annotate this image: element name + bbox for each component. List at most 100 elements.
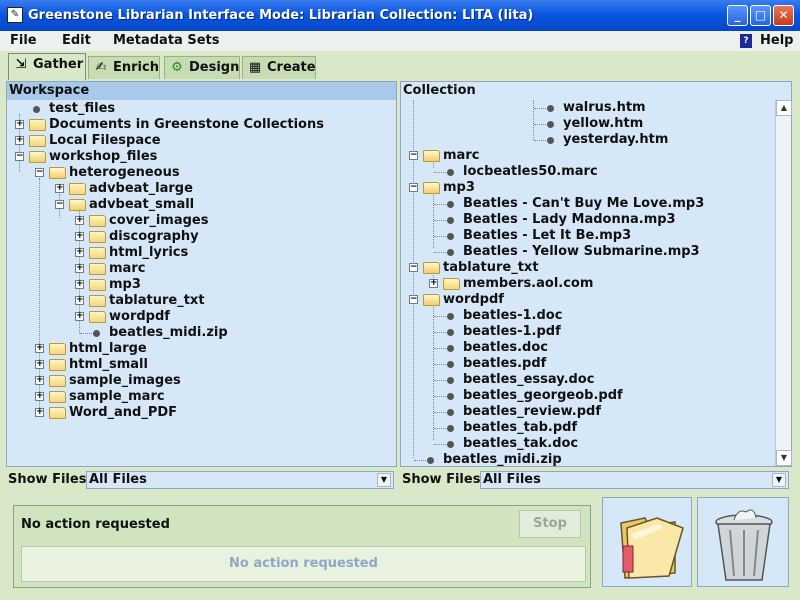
folder-icon <box>69 183 86 195</box>
collection-panel: Collection walrus.htm yellow.htm yesterd… <box>400 81 792 467</box>
new-folder-button[interactable] <box>602 497 692 587</box>
tree-item[interactable]: + wordpdf <box>7 309 387 325</box>
tab-bar: ⇲ Gather ✍ Enrich ⚙ Design ▦ Create <box>0 53 800 81</box>
app-icon[interactable]: ✎ <box>7 7 23 23</box>
tab-gather[interactable]: ⇲ Gather <box>8 53 86 80</box>
tree-item[interactable]: − wordpdf <box>401 292 771 308</box>
tree-item[interactable]: Beatles - Lady Madonna.mp3 <box>401 212 771 228</box>
folder-icon <box>89 247 106 259</box>
tree-item[interactable]: beatles_essay.doc <box>401 372 771 388</box>
minimize-button[interactable]: _ <box>727 5 748 26</box>
tree-item[interactable]: test_files <box>7 101 387 117</box>
tree-item[interactable]: beatles-1.doc <box>401 308 771 324</box>
menu-edit[interactable]: Edit <box>62 33 91 48</box>
tree-item[interactable]: − heterogeneous <box>7 165 387 181</box>
collection-file-filter-select[interactable]: All Files ▼ <box>480 471 789 489</box>
folder-open-icon <box>423 150 440 162</box>
collection-show-files: Show Files All Files ▼ <box>400 470 792 490</box>
folder-open-icon <box>423 182 440 194</box>
menu-help[interactable]: Help <box>760 33 793 48</box>
tab-enrich-label: Enrich <box>113 60 159 75</box>
tree-item[interactable]: locbeatles50.marc <box>401 164 771 180</box>
tree-item[interactable]: Beatles - Let It Be.mp3 <box>401 228 771 244</box>
folder-open-icon <box>423 294 440 306</box>
folder-open-icon <box>423 262 440 274</box>
tree-item[interactable]: + sample_images <box>7 373 387 389</box>
status-panel: No action requested Stop No action reque… <box>13 505 591 588</box>
tree-item[interactable]: + members.aol.com <box>401 276 771 292</box>
tree-item[interactable]: walrus.htm <box>401 100 771 116</box>
tree-item[interactable]: + Word_and_PDF <box>7 405 387 421</box>
tab-enrich[interactable]: ✍ Enrich <box>88 56 160 79</box>
tab-gather-label: Gather <box>33 57 84 72</box>
menu-file[interactable]: File <box>10 33 37 48</box>
scroll-down-icon[interactable]: ▼ <box>776 450 792 466</box>
stop-button[interactable]: Stop <box>519 510 581 538</box>
folder-icon <box>49 407 66 419</box>
tree-item[interactable]: yellow.htm <box>401 116 771 132</box>
collection-scrollbar[interactable]: ▲ ▼ <box>775 100 792 466</box>
folder-icon <box>49 343 66 355</box>
progress-bar: No action requested <box>21 546 586 582</box>
title-bar: ✎ Greenstone Librarian Interface Mode: L… <box>0 0 800 31</box>
folder-icon <box>89 215 106 227</box>
tree-item[interactable]: + sample_marc <box>7 389 387 405</box>
tree-item[interactable]: beatles_tab.pdf <box>401 420 771 436</box>
folder-icon <box>29 135 46 147</box>
tree-item[interactable]: + tablature_txt <box>7 293 387 309</box>
folder-icon <box>89 295 106 307</box>
chevron-down-icon[interactable]: ▼ <box>377 473 391 487</box>
tree-item[interactable]: yesterday.htm <box>401 132 771 148</box>
tree-item[interactable]: beatles-1.pdf <box>401 324 771 340</box>
workspace-file-filter-select[interactable]: All Files ▼ <box>86 471 394 489</box>
tree-item[interactable]: + html_lyrics <box>7 245 387 261</box>
show-files-label: Show Files <box>8 472 87 487</box>
collection-header: Collection <box>403 83 476 98</box>
menu-metadata-sets[interactable]: Metadata Sets <box>113 33 219 48</box>
tree-item[interactable]: beatles.doc <box>401 340 771 356</box>
tab-design-label: Design <box>189 60 240 75</box>
tree-item[interactable]: beatles_georgeob.pdf <box>401 388 771 404</box>
tree-item[interactable]: − mp3 <box>401 180 771 196</box>
tree-item[interactable]: − tablature_txt <box>401 260 771 276</box>
tree-item[interactable]: + html_small <box>7 357 387 373</box>
tree-item[interactable]: beatles_midi.zip <box>7 325 387 341</box>
folder-icon <box>49 359 66 371</box>
tree-item[interactable]: + mp3 <box>7 277 387 293</box>
folder-icon <box>89 279 106 291</box>
tree-item[interactable]: − advbeat_small <box>7 197 387 213</box>
tab-design[interactable]: ⚙ Design <box>164 56 240 79</box>
tree-item[interactable]: + Documents in Greenstone Collections <box>7 117 387 133</box>
tree-item[interactable]: + discography <box>7 229 387 245</box>
tree-item[interactable]: Beatles - Yellow Submarine.mp3 <box>401 244 771 260</box>
folder-open-icon <box>49 167 66 179</box>
tab-create-label: Create <box>267 60 316 75</box>
tree-item[interactable]: + cover_images <box>7 213 387 229</box>
tree-item[interactable]: Beatles - Can't Buy Me Love.mp3 <box>401 196 771 212</box>
tab-create[interactable]: ▦ Create <box>242 56 316 79</box>
filter-value: All Files <box>89 472 147 487</box>
scroll-up-icon[interactable]: ▲ <box>776 100 792 116</box>
tree-item[interactable]: beatles.pdf <box>401 356 771 372</box>
close-button[interactable]: ✕ <box>773 5 794 26</box>
status-message: No action requested <box>21 517 170 532</box>
workspace-show-files: Show Files All Files ▼ <box>6 470 397 490</box>
design-icon: ⚙ <box>171 60 183 75</box>
tree-item[interactable]: + html_large <box>7 341 387 357</box>
trash-button[interactable] <box>697 497 789 587</box>
tree-item[interactable]: beatles_tak.doc <box>401 436 771 452</box>
show-files-label: Show Files <box>402 472 481 487</box>
tree-item[interactable]: − workshop_files <box>7 149 387 165</box>
tree-item[interactable]: + Local Filespace <box>7 133 387 149</box>
enrich-icon: ✍ <box>95 60 107 75</box>
maximize-button[interactable]: □ <box>750 5 771 26</box>
tree-item[interactable]: beatles_review.pdf <box>401 404 771 420</box>
folder-icon <box>89 231 106 243</box>
tree-item[interactable]: − marc <box>401 148 771 164</box>
chevron-down-icon[interactable]: ▼ <box>772 473 786 487</box>
filter-value: All Files <box>483 472 541 487</box>
tree-item[interactable]: + advbeat_large <box>7 181 387 197</box>
tree-item[interactable]: + marc <box>7 261 387 277</box>
folder-icon <box>443 278 460 290</box>
tree-item[interactable]: beatles_midi.zip <box>401 452 771 468</box>
